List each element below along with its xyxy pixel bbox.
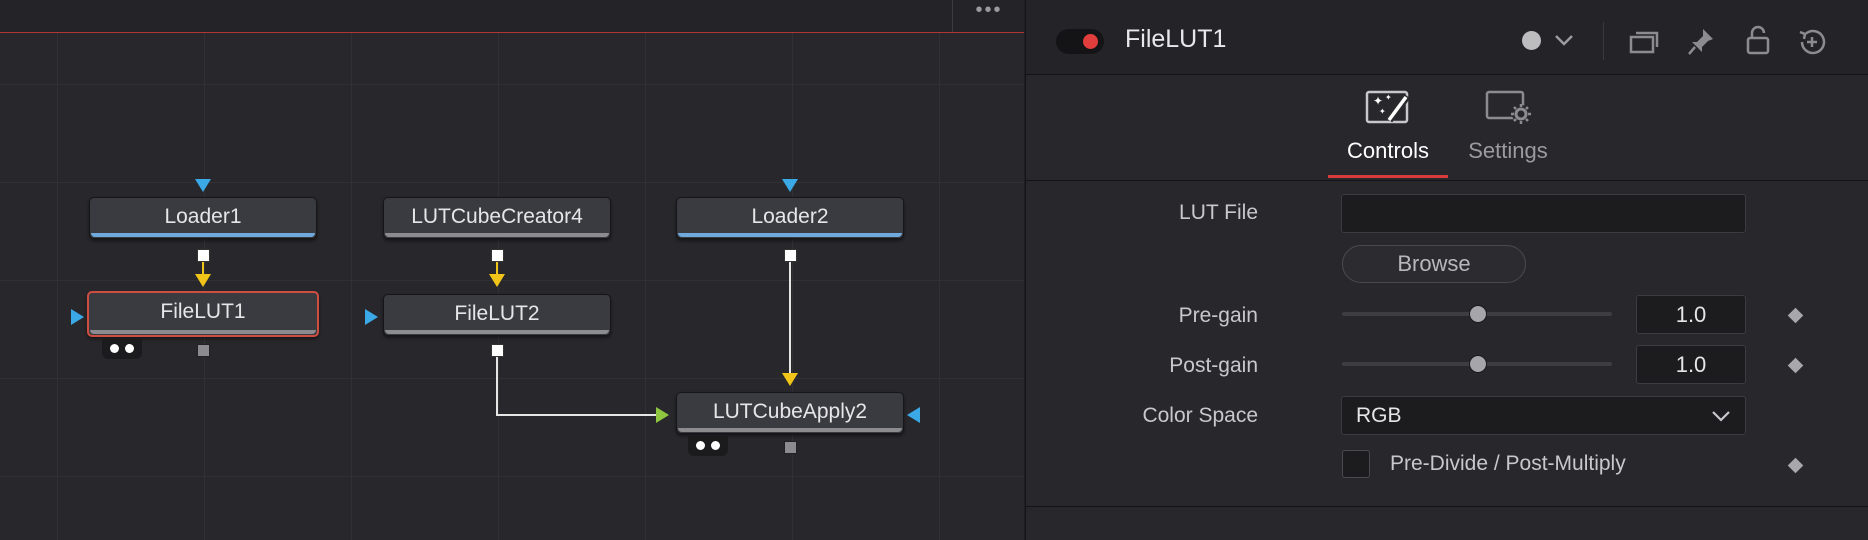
inspector-panel: FileLUT1 ✦ ✦ ✦ Controls Settings LUT Fil… [1025,0,1868,540]
lutcubeapply2-mask-badge [688,435,728,456]
pre-gain-value[interactable]: 1.0 [1636,295,1746,334]
chevron-down-icon[interactable] [1553,32,1575,48]
pre-divide-checkbox[interactable] [1342,450,1370,478]
panel-separator [1026,506,1868,507]
node-color-stripe [385,330,609,334]
node-filelut2[interactable]: FileLUT2 [383,294,611,336]
lutcubeapply2-effect-input-icon[interactable] [656,407,669,423]
connection-lines [202,262,791,416]
filelut2-output-port[interactable] [491,344,504,357]
view-dot-icon [696,441,705,450]
node-color-stripe [678,428,902,432]
lutcubeapply2-side-input-icon[interactable] [907,407,920,423]
node-label: LUTCubeApply2 [712,400,868,423]
pre-gain-label: Pre-gain [1178,304,1258,327]
view-dot-icon [711,441,720,450]
color-space-dropdown[interactable]: RGB [1341,396,1746,435]
tab-label: Settings [1468,138,1548,163]
loader2-output-port[interactable] [784,249,797,262]
filelut1-output-port[interactable] [197,344,210,357]
lut-file-label: LUT File [1179,201,1258,224]
node-label: LUTCubeCreator4 [411,205,583,228]
node-color-stripe [678,233,902,237]
node-label: Loader2 [751,205,829,228]
loader1-input-icon[interactable] [195,179,211,192]
color-space-value: RGB [1356,404,1402,427]
node-filelut1[interactable]: FileLUT1 [87,291,319,337]
lutcubeapply2-main-input-icon[interactable] [782,373,798,386]
lutcubeapply2-output-port[interactable] [784,441,797,454]
tool-enable-toggle[interactable] [1056,29,1104,54]
chevron-down-icon [1712,411,1730,422]
tab-settings[interactable]: Settings [1448,74,1568,178]
post-gain-slider-thumb[interactable] [1469,355,1487,373]
loader2-input-icon[interactable] [782,179,798,192]
browse-button[interactable]: Browse [1342,245,1526,283]
filelut1-side-input-icon[interactable] [71,309,84,325]
node-loader1[interactable]: Loader1 [89,197,317,239]
settings-gear-icon [1485,90,1531,124]
node-editor[interactable]: ••• Loader1 LUTCubeCreator4 Loader2 File… [0,0,1024,540]
svg-text:✦: ✦ [1373,94,1383,108]
post-gain-label: Post-gain [1169,354,1258,377]
link-filelut2-lutcubeapply2 [496,357,660,416]
node-label: Loader1 [164,205,242,228]
magic-wand-icon: ✦ ✦ ✦ [1365,90,1411,124]
post-gain-keyframe-icon[interactable] [1787,357,1804,374]
inspector-header: FileLUT1 [1026,0,1868,75]
node-color-stripe [385,233,609,237]
versions-icon[interactable] [1628,28,1660,56]
color-space-label: Color Space [1142,404,1258,427]
pin-icon[interactable] [1686,26,1716,58]
lock-icon[interactable] [1745,25,1771,57]
post-gain-value[interactable]: 1.0 [1636,345,1746,384]
filelut1-mask-badge [102,338,142,359]
lut-file-field[interactable] [1341,194,1746,233]
lutcubecreator4-output-port[interactable] [491,249,504,262]
node-color-stripe [90,330,316,334]
inspector-tabs: ✦ ✦ ✦ Controls Settings [1026,74,1868,181]
color-dot-icon[interactable] [1522,31,1541,50]
pre-gain-slider-thumb[interactable] [1469,305,1487,323]
loader1-output-port[interactable] [197,249,210,262]
node-lutcubecreator4[interactable]: LUTCubeCreator4 [383,197,611,239]
app-window: ••• Loader1 LUTCubeCreator4 Loader2 File… [0,0,1868,540]
filelut1-main-input-icon[interactable] [195,274,211,287]
pre-divide-label: Pre-Divide / Post-Multiply [1390,452,1626,475]
toggle-dot-icon [1083,34,1098,49]
header-separator [1603,22,1604,60]
tool-title: FileLUT1 [1125,25,1227,53]
tab-controls[interactable]: ✦ ✦ ✦ Controls [1328,74,1448,178]
view-dot-icon [125,344,134,353]
node-lutcubeapply2[interactable]: LUTCubeApply2 [676,392,904,434]
filelut2-side-input-icon[interactable] [365,309,378,325]
node-label: FileLUT2 [454,302,540,325]
tab-active-indicator [1328,175,1448,178]
view-dot-icon [110,344,119,353]
node-loader2[interactable]: Loader2 [676,197,904,239]
node-color-stripe [91,233,315,237]
tab-label: Controls [1347,138,1429,163]
filelut2-main-input-icon[interactable] [489,274,505,287]
svg-text:✦: ✦ [1379,107,1386,116]
node-label: FileLUT1 [160,300,246,323]
svg-text:✦: ✦ [1385,93,1392,102]
pre-divide-keyframe-icon[interactable] [1787,457,1804,474]
pre-gain-keyframe-icon[interactable] [1787,307,1804,324]
reset-icon[interactable] [1796,26,1828,58]
